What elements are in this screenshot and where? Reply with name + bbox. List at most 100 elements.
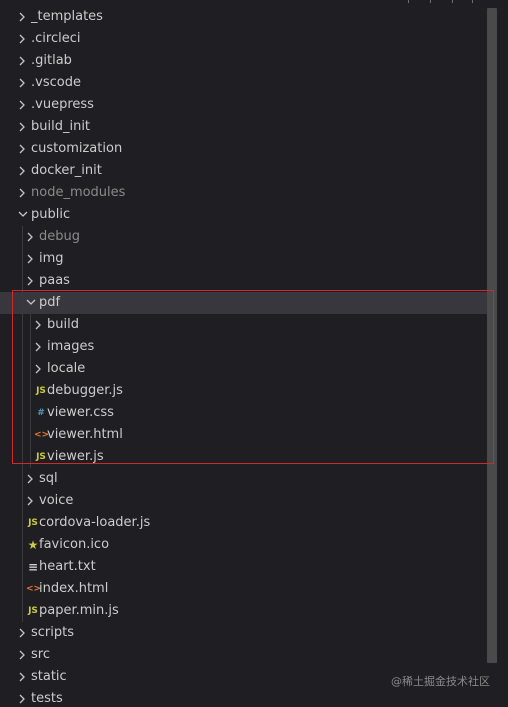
tree-item-label: .vuepress xyxy=(31,97,94,112)
tree-item-label: cordova-loader.js xyxy=(39,515,151,530)
chevron-right-icon[interactable] xyxy=(32,358,44,380)
chevron-right-icon[interactable] xyxy=(16,138,28,160)
folder-row-sql[interactable]: sql xyxy=(0,468,490,490)
file-row-viewer-js[interactable]: JS viewer.js xyxy=(0,446,490,468)
scrollbar-thumb[interactable] xyxy=(487,8,497,663)
txt-file-icon: ≡ xyxy=(27,560,39,574)
chevron-right-icon[interactable] xyxy=(16,72,28,94)
chevron-right-icon[interactable] xyxy=(24,490,36,512)
tree-item-label: voice xyxy=(39,493,74,508)
tree-item-label: docker_init xyxy=(31,163,102,178)
tree-item-label: viewer.html xyxy=(47,427,123,442)
tree-item-label: debugger.js xyxy=(47,383,123,398)
html-file-icon: <> xyxy=(26,584,42,594)
file-row-favicon-ico[interactable]: ★ favicon.ico xyxy=(0,534,490,556)
indent-guide xyxy=(22,226,23,622)
file-explorer: _templates .circleci .gitlab .vscode .vuepre… xyxy=(0,0,508,707)
tree-item-label: index.html xyxy=(39,581,109,596)
tree-item-label: scripts xyxy=(31,625,74,640)
tree-item-label: sql xyxy=(39,471,58,486)
folder-row-voice[interactable]: voice xyxy=(0,490,490,512)
tree-item-label: node_modules xyxy=(31,185,126,200)
chevron-right-icon[interactable] xyxy=(24,226,36,248)
html-file-icon: <> xyxy=(34,430,50,440)
folder-row-tests[interactable]: tests xyxy=(0,688,490,707)
tree-item-label: .circleci xyxy=(31,31,81,46)
chevron-right-icon[interactable] xyxy=(16,160,28,182)
ico-file-icon: ★ xyxy=(27,538,39,552)
file-row-paper-min-js[interactable]: JS paper.min.js xyxy=(0,600,490,622)
folder-row-debug[interactable]: debug xyxy=(0,226,490,248)
folder-row-img[interactable]: img xyxy=(0,248,490,270)
folder-row-vuepress[interactable]: .vuepress xyxy=(0,94,490,116)
folder-row-build-init[interactable]: build_init xyxy=(0,116,490,138)
folder-row-paas[interactable]: paas xyxy=(0,270,490,292)
chevron-right-icon[interactable] xyxy=(16,50,28,72)
folder-row-node-modules[interactable]: node_modules xyxy=(0,182,490,204)
chevron-right-icon[interactable] xyxy=(16,6,28,28)
chevron-right-icon[interactable] xyxy=(16,28,28,50)
folder-row-customization[interactable]: customization xyxy=(0,138,490,160)
chevron-down-icon[interactable] xyxy=(24,292,36,314)
tree-item-label: .vscode xyxy=(31,75,81,90)
file-row-cordova-loader-js[interactable]: JS cordova-loader.js xyxy=(0,512,490,534)
tree-item-label: src xyxy=(31,647,50,662)
file-tree: _templates .circleci .gitlab .vscode .vuepre… xyxy=(0,6,490,707)
chevron-right-icon[interactable] xyxy=(32,314,44,336)
chevron-right-icon[interactable] xyxy=(24,468,36,490)
js-file-icon: JS xyxy=(28,518,38,528)
chevron-right-icon[interactable] xyxy=(16,182,28,204)
tree-item-label: tests xyxy=(31,691,63,706)
folder-row-scripts[interactable]: scripts xyxy=(0,622,490,644)
tree-item-label: customization xyxy=(31,141,123,156)
tree-item-label: build xyxy=(47,317,79,332)
chevron-right-icon[interactable] xyxy=(16,688,28,707)
file-row-index-html[interactable]: <> index.html xyxy=(0,578,490,600)
chevron-right-icon[interactable] xyxy=(16,94,28,116)
tree-item-label: viewer.css xyxy=(47,405,114,420)
tree-item-label: public xyxy=(31,207,71,222)
tree-item-label: debug xyxy=(39,229,80,244)
chevron-down-icon[interactable] xyxy=(16,204,28,226)
folder-row-pdf[interactable]: pdf xyxy=(0,292,490,314)
tree-item-label: _templates xyxy=(31,9,103,24)
indent-guide xyxy=(30,314,31,468)
tree-item-label: build_init xyxy=(31,119,91,134)
folder-row-locale[interactable]: locale xyxy=(0,358,490,380)
tree-item-label: img xyxy=(39,251,64,266)
folder-row-public[interactable]: public xyxy=(0,204,490,226)
tree-item-label: paper.min.js xyxy=(39,603,119,618)
chevron-right-icon[interactable] xyxy=(24,248,36,270)
chevron-right-icon[interactable] xyxy=(16,116,28,138)
tree-item-label: paas xyxy=(39,273,70,288)
folder-row-templates[interactable]: _templates xyxy=(0,6,490,28)
chevron-right-icon[interactable] xyxy=(16,644,28,666)
folder-row-gitlab[interactable]: .gitlab xyxy=(0,50,490,72)
tree-item-label: images xyxy=(47,339,95,354)
file-row-heart-txt[interactable]: ≡ heart.txt xyxy=(0,556,490,578)
js-file-icon: JS xyxy=(36,386,46,396)
chevron-right-icon[interactable] xyxy=(16,622,28,644)
tree-item-label: .gitlab xyxy=(31,53,72,68)
watermark: @稀土掘金技术社区 xyxy=(391,675,490,688)
file-row-viewer-html[interactable]: <> viewer.html xyxy=(0,424,490,446)
folder-row-circleci[interactable]: .circleci xyxy=(0,28,490,50)
folder-row-src[interactable]: src xyxy=(0,644,490,666)
file-row-debugger-js[interactable]: JS debugger.js xyxy=(0,380,490,402)
tree-item-label: viewer.js xyxy=(47,449,104,464)
file-row-viewer-css[interactable]: # viewer.css xyxy=(0,402,490,424)
tree-item-label: pdf xyxy=(39,295,61,310)
folder-row-vscode[interactable]: .vscode xyxy=(0,72,490,94)
chevron-right-icon[interactable] xyxy=(32,336,44,358)
toolbar-edge xyxy=(400,0,480,4)
chevron-right-icon[interactable] xyxy=(24,270,36,292)
chevron-right-icon[interactable] xyxy=(16,666,28,688)
tree-item-label: favicon.ico xyxy=(39,537,110,552)
tree-item-label: static xyxy=(31,669,67,684)
folder-row-docker-init[interactable]: docker_init xyxy=(0,160,490,182)
css-file-icon: # xyxy=(37,408,45,418)
folder-row-images[interactable]: images xyxy=(0,336,490,358)
folder-row-build[interactable]: build xyxy=(0,314,490,336)
tree-item-label: locale xyxy=(47,361,86,376)
js-file-icon: JS xyxy=(28,606,38,616)
